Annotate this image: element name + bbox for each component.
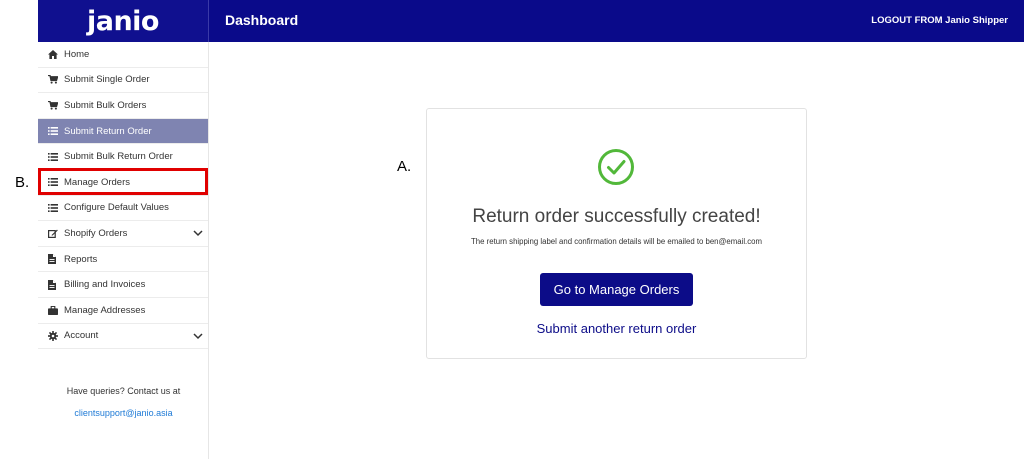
sidebar-item-account[interactable]: Account <box>38 324 208 350</box>
sidebar-item-label: Billing and Invoices <box>64 279 146 291</box>
sidebar-item-label: Shopify Orders <box>64 227 128 239</box>
list-icon <box>48 127 64 136</box>
sidebar-item-home[interactable]: Home <box>38 42 208 68</box>
list-icon <box>48 203 64 212</box>
gear-icon <box>48 330 64 341</box>
sidebar-item-billing-and-invoices[interactable]: Billing and Invoices <box>38 272 208 298</box>
sidebar-item-manage-addresses[interactable]: Manage Addresses <box>38 298 208 324</box>
cart-icon <box>48 75 64 84</box>
annotation-highlight-box <box>38 168 208 195</box>
logo-text: janio <box>86 5 160 37</box>
sidebar-item-reports[interactable]: Reports <box>38 247 208 273</box>
chevron-down-icon[interactable] <box>193 332 203 343</box>
sidebar-item-label: Submit Bulk Orders <box>64 99 147 111</box>
sidebar-item-label: Submit Bulk Return Order <box>64 151 173 163</box>
edit-icon <box>48 229 64 238</box>
check-circle-icon <box>597 148 635 191</box>
top-bar: janio Dashboard LOGOUT FROM Janio Shippe… <box>38 0 1024 42</box>
go-to-manage-orders-button[interactable]: Go to Manage Orders <box>540 273 693 306</box>
sidebar: Home Submit Single Order Submit Bulk Ord… <box>38 42 209 459</box>
help-text: Have queries? Contact us at <box>66 386 181 396</box>
logout-button[interactable]: LOGOUT FROM Janio Shipper <box>871 15 1008 26</box>
home-icon <box>48 49 64 59</box>
sidebar-item-shopify-orders[interactable]: Shopify Orders <box>38 221 208 247</box>
sidebar-item-label: Manage Addresses <box>64 304 146 316</box>
briefcase-icon <box>48 305 64 315</box>
sidebar-item-label: Reports <box>64 253 98 265</box>
sidebar-item-label: Submit Single Order <box>64 74 150 86</box>
cart-icon <box>48 100 64 110</box>
submit-another-return-order-link[interactable]: Submit another return order <box>427 321 806 336</box>
logo[interactable]: janio <box>38 0 209 42</box>
list-icon <box>48 152 64 161</box>
document-icon <box>48 254 64 265</box>
success-card: Return order successfully created! The r… <box>426 108 807 359</box>
sidebar-item-configure-default-values[interactable]: Configure Default Values <box>38 196 208 222</box>
sidebar-item-label: Configure Default Values <box>64 202 169 214</box>
chevron-down-icon[interactable] <box>193 229 203 240</box>
sidebar-item-submit-return-order[interactable]: Submit Return Order <box>38 118 208 145</box>
sidebar-item-label: Submit Return Order <box>64 125 152 137</box>
sidebar-item-label: Home <box>64 48 90 60</box>
sidebar-item-label: Account <box>64 330 99 342</box>
success-subtitle: The return shipping label and confirmati… <box>471 237 762 246</box>
annotation-label-b: B. <box>15 174 30 191</box>
document-icon <box>48 279 64 290</box>
sidebar-item-submit-bulk-return-order[interactable]: Submit Bulk Return Order <box>38 144 208 170</box>
sidebar-item-submit-bulk-orders[interactable]: Submit Bulk Orders <box>38 93 208 119</box>
sidebar-item-submit-single-order[interactable]: Submit Single Order <box>38 68 208 94</box>
success-title: Return order successfully created! <box>472 206 761 227</box>
page-title: Dashboard <box>225 12 299 28</box>
annotation-label-a: A. <box>397 158 412 175</box>
support-email-link[interactable]: clientsupport@janio.asia <box>38 408 209 418</box>
